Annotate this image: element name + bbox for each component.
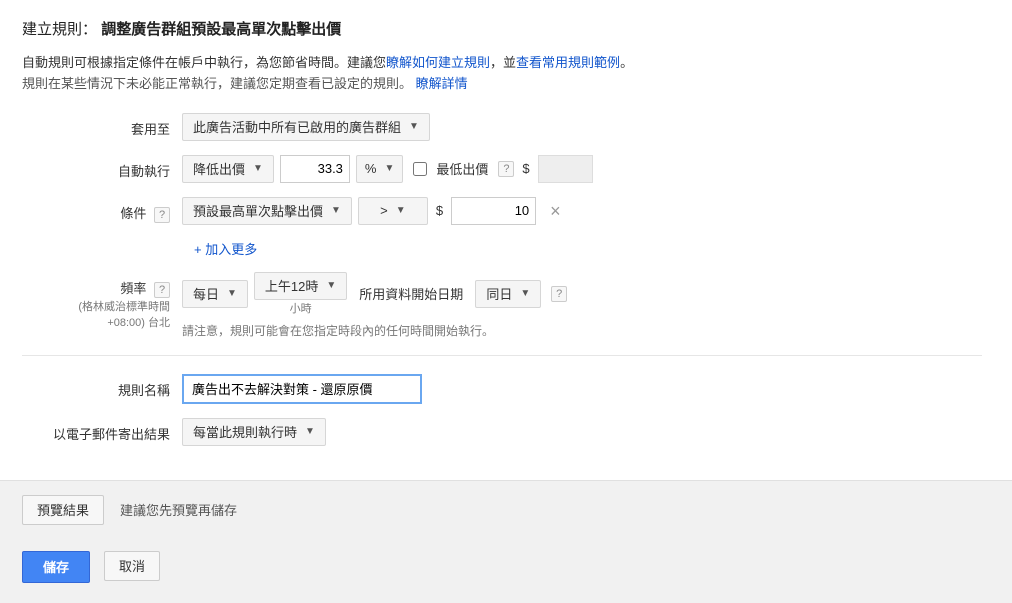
hour-caption: 小時: [290, 300, 312, 316]
learn-more-link[interactable]: 瞭解詳情: [416, 76, 468, 91]
preview-hint: 建議您先預覽再儲存: [120, 500, 237, 519]
caret-down-icon: ▼: [396, 205, 406, 216]
header-title: 調整廣告群組預設最高單次點擊出價: [101, 21, 341, 38]
footer: 預覽結果 建議您先預覽再儲存 儲存 取消: [0, 480, 1012, 603]
intro-line1b: ，並: [490, 55, 516, 70]
intro-line1c: 。: [620, 55, 633, 70]
rule-name-input[interactable]: [182, 374, 422, 404]
frequency-note: 請注意，規則可能會在您指定時段內的任何時間開始執行。: [182, 322, 494, 339]
unit-selected: %: [365, 161, 377, 176]
currency-symbol: $: [520, 161, 531, 176]
frequency-range-select[interactable]: 同日 ▼: [475, 280, 541, 308]
intro-line2a: 規則在某些情況下未必能正常執行，建議您定期查看已設定的規則。: [22, 76, 412, 91]
min-bid-input: [538, 155, 593, 183]
frequency-tz2: +08:00) 台北: [22, 316, 170, 330]
caret-down-icon: ▼: [409, 121, 419, 132]
frequency-interval-select[interactable]: 每日 ▼: [182, 280, 248, 308]
intro-line1a: 自動規則可根據指定條件在帳戶中執行，為您節省時間。建議您: [22, 55, 386, 70]
divider: [22, 355, 982, 356]
preview-button[interactable]: 預覽結果: [22, 495, 104, 525]
condition-operator-selected: >: [380, 203, 388, 218]
condition-metric-selected: 預設最高單次點擊出價: [193, 201, 323, 220]
caret-down-icon: ▼: [520, 288, 530, 299]
action-selected: 降低出價: [193, 159, 245, 178]
apply-to-selected: 此廣告活動中所有已啟用的廣告群組: [193, 117, 401, 136]
caret-down-icon: ▼: [331, 205, 341, 216]
caret-down-icon: ▼: [227, 288, 237, 299]
condition-operator-select[interactable]: > ▼: [358, 197, 428, 225]
data-range-label: 所用資料開始日期: [353, 284, 469, 303]
header-prefix: 建立規則：: [22, 21, 97, 38]
dialog-header: 建立規則： 調整廣告群組預設最高單次點擊出價: [22, 18, 1012, 39]
help-icon[interactable]: ?: [498, 161, 514, 177]
cancel-button[interactable]: 取消: [104, 551, 160, 581]
caret-down-icon: ▼: [253, 163, 263, 174]
apply-to-select[interactable]: 此廣告活動中所有已啟用的廣告群組 ▼: [182, 113, 430, 141]
min-bid-checkbox[interactable]: [413, 162, 427, 176]
help-icon[interactable]: ?: [551, 286, 567, 302]
frequency-label: 頻率: [120, 281, 146, 296]
currency-symbol: $: [434, 203, 445, 218]
action-select[interactable]: 降低出價 ▼: [182, 155, 274, 183]
frequency-interval-selected: 每日: [193, 284, 219, 303]
remove-condition-icon[interactable]: ×: [542, 202, 569, 220]
email-results-selected: 每當此規則執行時: [193, 422, 297, 441]
auto-action-label: 自動執行: [22, 155, 182, 180]
condition-value-input[interactable]: [451, 197, 536, 225]
action-value-input[interactable]: [280, 155, 350, 183]
help-icon[interactable]: ?: [154, 282, 170, 298]
frequency-range-selected: 同日: [486, 284, 512, 303]
frequency-tz1: (格林威治標準時間: [22, 300, 170, 314]
intro-text: 自動規則可根據指定條件在帳戶中執行，為您節省時間。建議您瞭解如何建立規則，並查看…: [22, 53, 1012, 95]
examples-link[interactable]: 查看常用規則範例: [516, 55, 620, 70]
email-results-label: 以電子郵件寄出結果: [22, 418, 182, 443]
learn-rules-link[interactable]: 瞭解如何建立規則: [386, 55, 490, 70]
unit-select[interactable]: % ▼: [356, 155, 403, 183]
condition-metric-select[interactable]: 預設最高單次點擊出價 ▼: [182, 197, 352, 225]
caret-down-icon: ▼: [305, 426, 315, 437]
frequency-time-selected: 上午12時: [265, 276, 318, 295]
caret-down-icon: ▼: [326, 280, 336, 291]
frequency-time-select[interactable]: 上午12時 ▼: [254, 272, 347, 300]
help-icon[interactable]: ?: [154, 207, 170, 223]
apply-to-label: 套用至: [22, 113, 182, 138]
condition-label: 條件: [120, 206, 146, 221]
min-bid-label: 最低出價: [436, 159, 488, 178]
caret-down-icon: ▼: [384, 163, 394, 174]
save-button[interactable]: 儲存: [22, 551, 90, 583]
email-results-select[interactable]: 每當此規則執行時 ▼: [182, 418, 326, 446]
rule-name-label: 規則名稱: [22, 374, 182, 399]
add-condition-link[interactable]: + 加入更多: [194, 242, 257, 257]
